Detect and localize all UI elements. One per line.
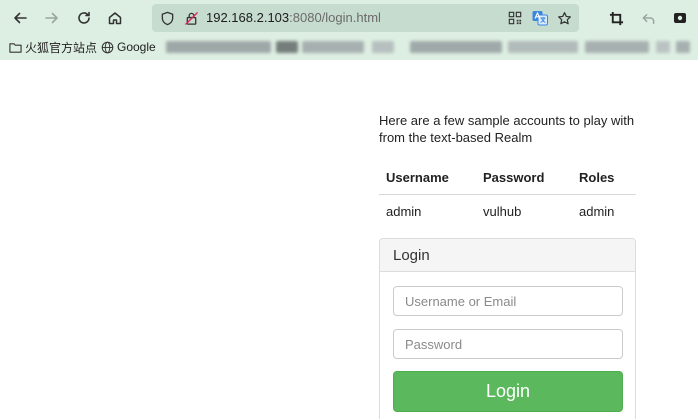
column-header-username: Username: [379, 160, 476, 195]
accounts-table: Username Password Roles admin vulhub adm…: [379, 160, 636, 228]
table-header-row: Username Password Roles: [379, 160, 636, 195]
globe-icon: [101, 41, 114, 53]
home-button[interactable]: [103, 6, 127, 30]
blurred-bookmark: [302, 41, 364, 53]
blurred-bookmark: [276, 41, 298, 53]
star-icon[interactable]: [556, 10, 572, 26]
crop-tool-button[interactable]: [604, 6, 628, 30]
crop-icon: [609, 11, 623, 25]
extension-button[interactable]: [668, 6, 692, 30]
url-text[interactable]: 192.168.2.103:8080/login.html: [206, 10, 381, 26]
login-button[interactable]: Login: [393, 371, 623, 412]
cell-roles: admin: [579, 204, 615, 219]
undo-icon: [642, 13, 654, 24]
bookmark-firefox-official[interactable]: 火狐官方站点: [9, 38, 97, 56]
blurred-bookmark: [410, 41, 502, 53]
url-path: :8080/login.html: [289, 10, 381, 25]
arrow-left-icon: [14, 12, 27, 24]
blurred-bookmark: [676, 41, 690, 53]
bookmark-google[interactable]: Google: [101, 38, 156, 56]
username-input[interactable]: [393, 286, 623, 316]
table-row: admin vulhub admin: [379, 195, 636, 229]
home-icon: [108, 12, 122, 25]
login-panel: Login Login: [379, 238, 636, 419]
extension-icon: [674, 13, 686, 23]
sample-accounts-section: Here are a few sample accounts to play w…: [379, 112, 637, 228]
shield-icon[interactable]: [159, 10, 175, 26]
login-panel-heading: Login: [380, 239, 635, 272]
blurred-bookmark: [508, 41, 578, 53]
blurred-bookmark: [166, 41, 271, 53]
reload-icon: [78, 11, 90, 24]
browser-chrome: 192.168.2.103:8080/login.html 火狐官方站点 Goo…: [0, 0, 698, 60]
address-bar[interactable]: 192.168.2.103:8080/login.html: [152, 4, 579, 32]
cell-username: admin: [386, 204, 422, 219]
forward-button[interactable]: [40, 6, 64, 30]
cell-password: vulhub: [483, 204, 522, 219]
bookmarks-bar: 火狐官方站点 Google: [0, 36, 698, 58]
password-input[interactable]: [393, 329, 623, 359]
column-header-roles: Roles: [572, 160, 636, 195]
blurred-bookmark: [656, 41, 670, 53]
folder-icon: [9, 42, 22, 53]
bookmark-label: 火狐官方站点: [25, 40, 98, 55]
blurred-bookmark: [372, 41, 394, 53]
reload-button[interactable]: [72, 6, 96, 30]
bookmark-label: Google: [117, 40, 156, 54]
insecure-lock-icon[interactable]: [183, 10, 199, 26]
blurred-bookmark: [585, 41, 649, 53]
back-button[interactable]: [8, 6, 32, 30]
undo-button[interactable]: [636, 6, 660, 30]
qr-code-icon[interactable]: [507, 10, 523, 26]
url-host: 192.168.2.103: [206, 10, 290, 25]
intro-text: Here are a few sample accounts to play w…: [379, 113, 635, 145]
arrow-right-icon: [45, 12, 58, 24]
translate-icon[interactable]: [532, 10, 548, 26]
column-header-password: Password: [476, 160, 572, 195]
